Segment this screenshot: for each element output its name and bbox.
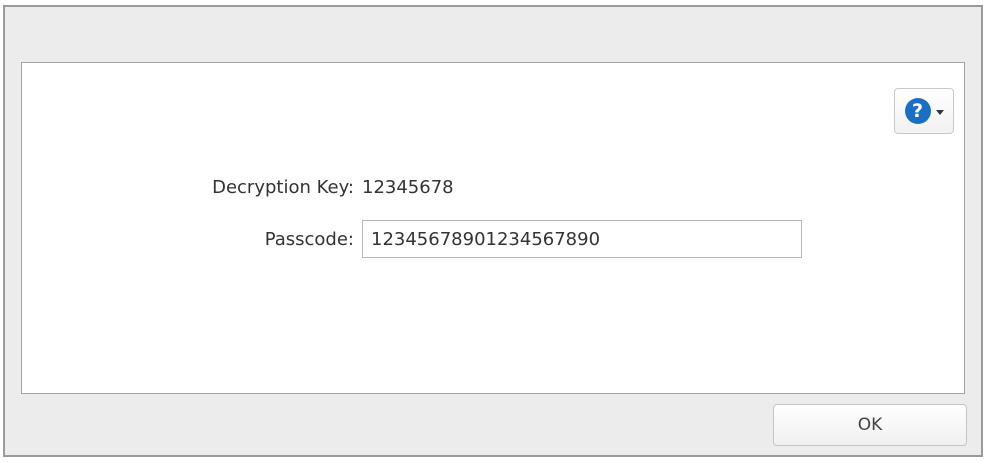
ok-button[interactable]: OK [773, 404, 967, 446]
decryption-key-label: Decryption Key: [212, 176, 354, 198]
decryption-key-row: Decryption Key: 12345678 [22, 173, 454, 201]
question-circle-icon: ? [904, 98, 931, 124]
decryption-key-value: 12345678 [362, 176, 454, 198]
passcode-label: Passcode: [264, 228, 354, 250]
help-menu-button[interactable]: ? [894, 88, 954, 134]
caret-down-icon [935, 110, 944, 115]
decryption-dialog: ? Decryption Key: 12345678 Passcode: OK [3, 5, 983, 457]
dialog-content-panel: ? Decryption Key: 12345678 Passcode: [21, 62, 965, 394]
passcode-row: Passcode: [22, 219, 802, 259]
passcode-input[interactable] [362, 220, 802, 258]
